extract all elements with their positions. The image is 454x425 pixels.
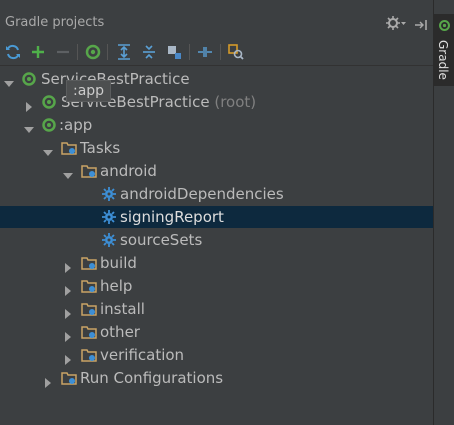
folder-gear-icon: [81, 163, 97, 183]
task-gear-icon: [102, 209, 116, 228]
tree-node-app[interactable]: :app: [0, 114, 433, 136]
tree-node-label: Tasks: [80, 139, 121, 157]
hide-panel-icon[interactable]: [414, 16, 428, 35]
tree-node-task[interactable]: androidDependencies: [0, 183, 433, 205]
folder-gear-icon: [81, 255, 97, 275]
gradle-tab-label: Gradle: [436, 40, 450, 80]
folder-gear-icon: [81, 301, 97, 321]
toggle-view-icon[interactable]: [165, 43, 183, 61]
toolbar-divider: [0, 65, 433, 66]
toolbar-separator: [220, 44, 221, 60]
tree-node-run-configurations[interactable]: Run Configurations: [0, 367, 433, 389]
tree-node-other[interactable]: other: [0, 321, 433, 343]
tree-node-label: sourceSets: [120, 231, 203, 249]
tooltip: :app: [66, 80, 112, 102]
remove-icon[interactable]: [54, 43, 72, 61]
gradle-icon: [41, 117, 57, 137]
panel-title: Gradle projects: [5, 15, 105, 30]
tree-node-task-selected[interactable]: signingReport: [0, 206, 433, 228]
gradle-icon: [438, 17, 451, 36]
add-icon[interactable]: [29, 43, 47, 61]
link-icon[interactable]: [196, 43, 214, 61]
tree-node-android[interactable]: android: [0, 160, 433, 182]
folder-gear-icon: [81, 347, 97, 367]
tree-node-label: install: [100, 300, 145, 318]
folder-gear-icon: [61, 370, 77, 390]
tree-node-label: verification: [100, 346, 185, 364]
toolbar-separator: [189, 44, 190, 60]
tree-node-tasks[interactable]: Tasks: [0, 137, 433, 159]
tree-node-install[interactable]: install: [0, 298, 433, 320]
gradle-tool-tab[interactable]: Gradle: [434, 14, 454, 86]
panel-header: Gradle projects: [0, 9, 433, 33]
toolbar-separator: [107, 44, 108, 60]
tree-node-help[interactable]: help: [0, 275, 433, 297]
tree-node-root-module[interactable]: ServiceBestPractice (root): [0, 91, 433, 113]
module-suffix: (root): [214, 93, 257, 111]
tree-node-label: help: [100, 277, 133, 295]
gear-icon[interactable]: [386, 15, 406, 34]
tree-node-label: androidDependencies: [120, 185, 284, 203]
gradle-icon: [41, 94, 57, 114]
folder-gear-icon: [61, 140, 77, 160]
tree-node-verification[interactable]: verification: [0, 344, 433, 366]
tree-node-label: ServiceBestPractice: [41, 70, 190, 88]
tree-node-label: Run Configurations: [80, 369, 224, 387]
gradle-projects-panel: Gradle projects ServiceBestPractice Serv…: [0, 0, 433, 425]
tree-node-task[interactable]: sourceSets: [0, 229, 433, 251]
expand-all-icon[interactable]: [115, 43, 133, 61]
refresh-icon[interactable]: [4, 43, 22, 61]
collapsed-arrow-icon[interactable]: [43, 373, 53, 392]
tree-node-label: :app: [59, 116, 93, 134]
tree-node-label: build: [100, 254, 137, 272]
folder-gear-icon: [81, 278, 97, 298]
tree-node-build[interactable]: build: [0, 252, 433, 274]
toolbar: [0, 40, 433, 64]
folder-gear-icon: [81, 324, 97, 344]
gradle-run-icon[interactable]: [84, 43, 102, 61]
task-gear-icon: [102, 186, 116, 205]
collapse-all-icon[interactable]: [140, 43, 158, 61]
gradle-icon: [21, 71, 37, 91]
tree-node-label: other: [100, 323, 140, 341]
task-gear-icon: [102, 232, 116, 251]
toolbar-separator: [77, 44, 78, 60]
settings-wrench-icon[interactable]: [227, 43, 245, 61]
right-tool-strip: Gradle: [433, 0, 454, 425]
tree-node-project[interactable]: ServiceBestPractice: [0, 68, 433, 90]
tree-node-label: android: [100, 162, 157, 180]
tree-node-label: signingReport: [120, 208, 224, 226]
